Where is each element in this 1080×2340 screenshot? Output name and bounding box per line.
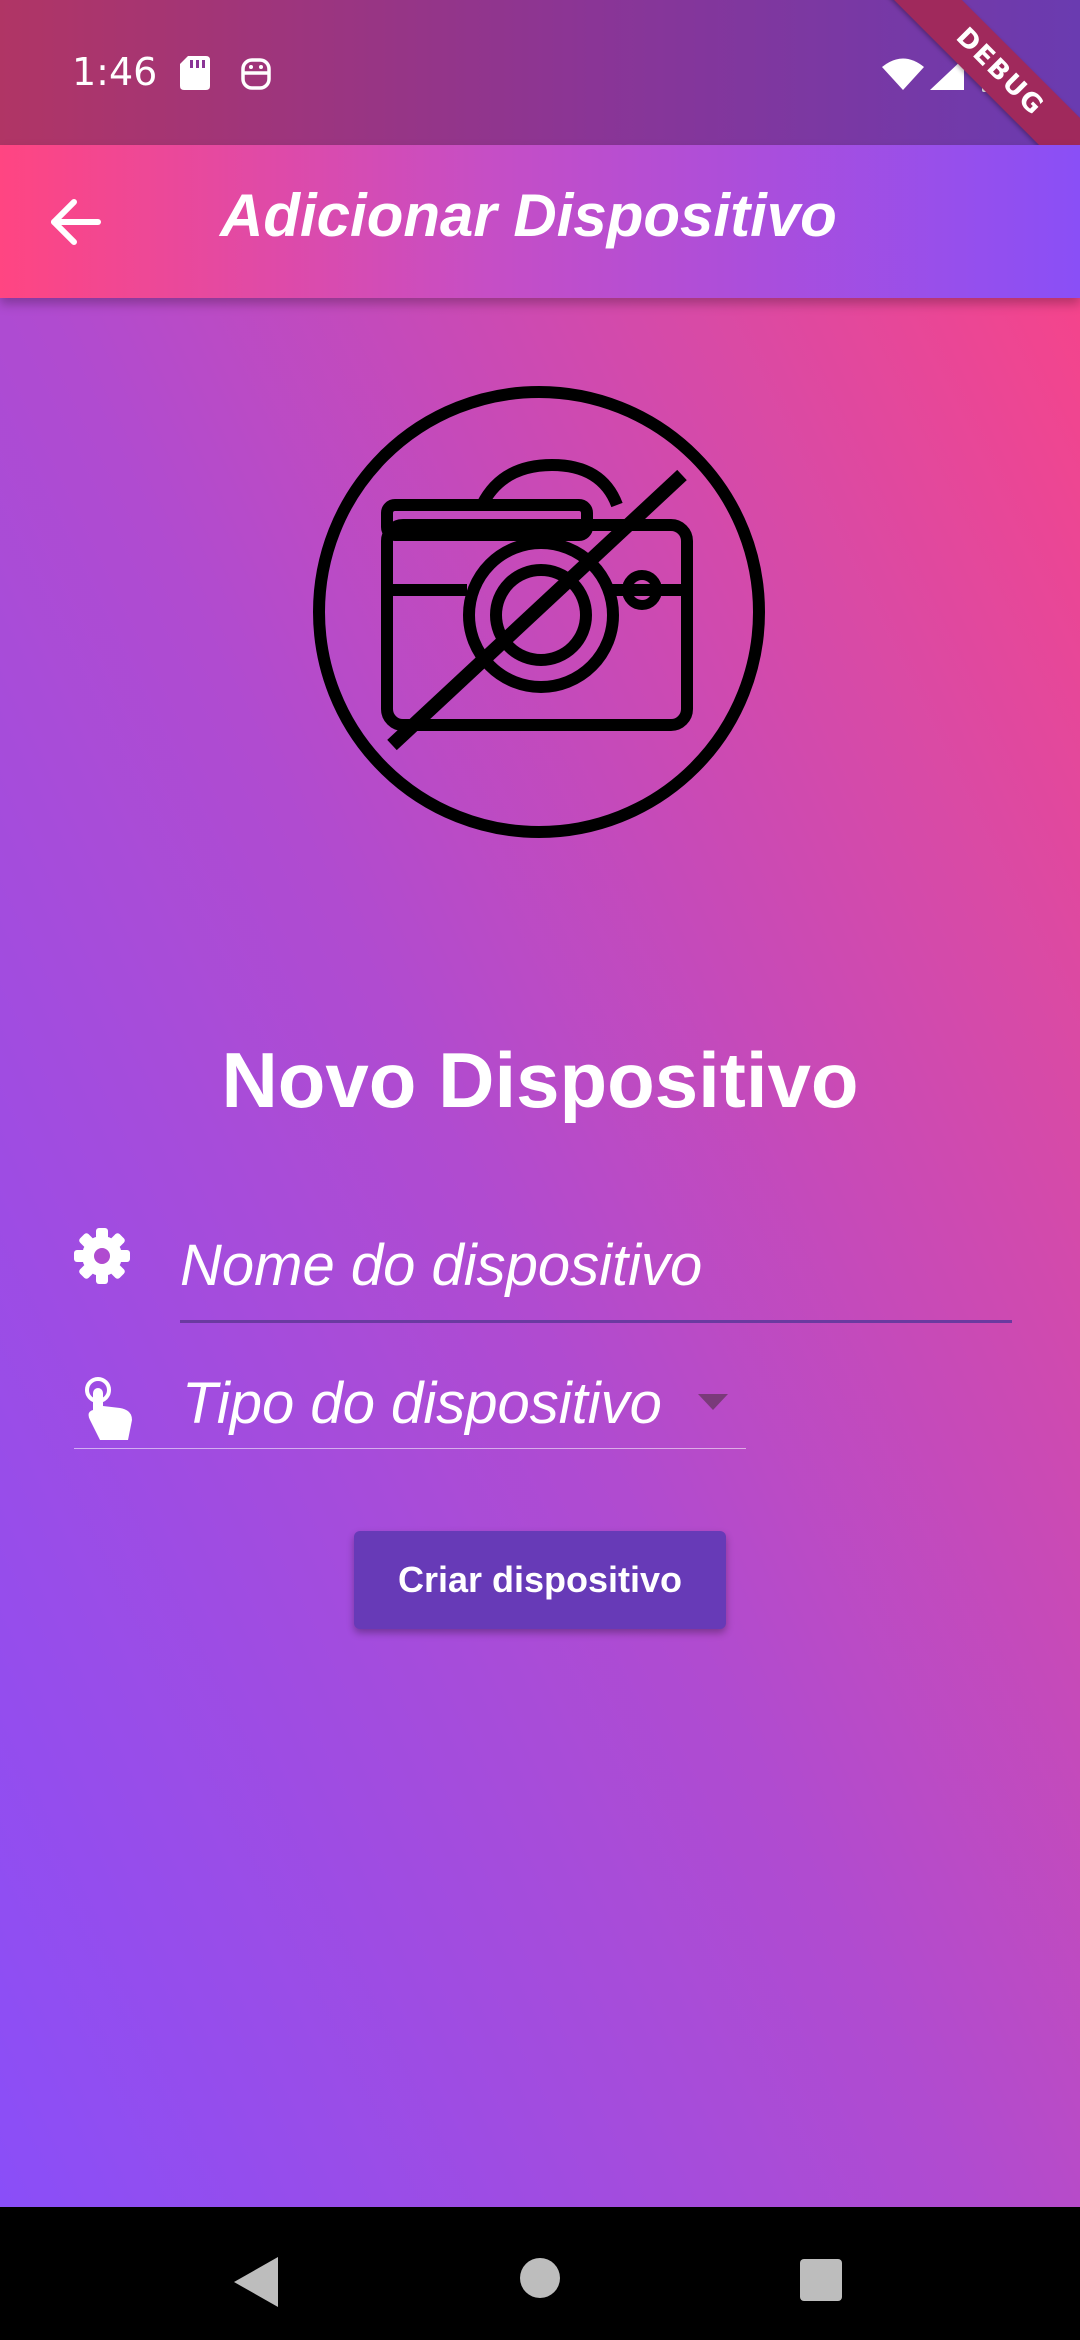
camera-off-icon	[313, 386, 765, 838]
nav-back-icon[interactable]	[234, 2257, 278, 2307]
page-title: Adicionar Dispositivo	[220, 182, 837, 249]
create-device-button[interactable]: Criar dispositivo	[354, 1531, 726, 1629]
navigation-bar	[0, 2207, 1080, 2340]
sd-card-icon	[180, 56, 210, 90]
back-button[interactable]	[44, 191, 106, 253]
device-type-dropdown[interactable]: Tipo do dispositivo	[74, 1362, 746, 1449]
wifi-icon	[882, 58, 924, 90]
chevron-down-icon	[698, 1394, 728, 1410]
arrow-left-icon	[51, 199, 101, 245]
touch-icon	[85, 1377, 132, 1440]
nav-recents-icon[interactable]	[800, 2259, 842, 2301]
device-type-label: Tipo do dispositivo	[182, 1371, 662, 1436]
app-screen: 1:46 DEBUG Adicionar Dispositivo Novo Di…	[0, 0, 1080, 2207]
app-bar: Adicionar Dispositivo	[0, 145, 1080, 298]
status-time: 1:46	[72, 50, 158, 94]
android-robot-icon	[241, 58, 271, 90]
section-heading: Novo Dispositivo	[221, 1036, 859, 1124]
nav-home-icon[interactable]	[519, 2257, 561, 2299]
gear-icon	[74, 1228, 130, 1284]
device-name-input[interactable]	[180, 1210, 1012, 1323]
